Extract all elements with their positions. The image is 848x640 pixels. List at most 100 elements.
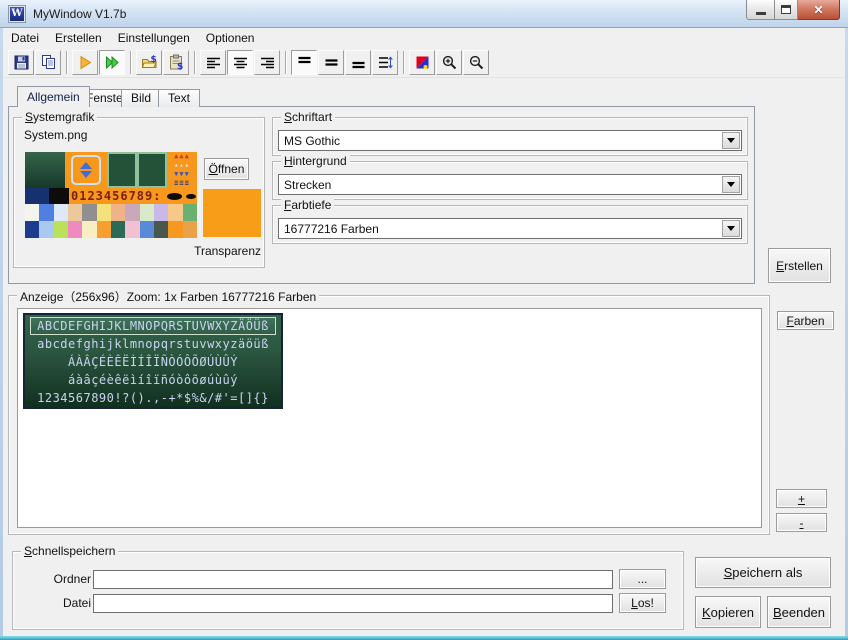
- palette-cell: [168, 204, 182, 221]
- valign-top-icon: [296, 54, 313, 71]
- font-preview-line: ÁÀÂÇÉÈÊËÌÍÎÏÑÒÓÔÕØÚÙÛÝ: [25, 353, 281, 371]
- tab-bild[interactable]: Bild: [121, 89, 161, 107]
- bitmap-ellipse: [186, 194, 196, 199]
- valign-middle-button[interactable]: [318, 50, 344, 75]
- beenden-button[interactable]: Beenden: [767, 596, 831, 628]
- los-button[interactable]: Los!: [619, 593, 666, 613]
- color-picker-icon: [414, 54, 431, 71]
- zoom-minus-button[interactable]: -: [776, 513, 827, 532]
- minimize-icon: [756, 12, 766, 15]
- ordner-label: Ordner: [21, 570, 91, 589]
- systemgrafik-group-label: Systemgrafik: [22, 110, 97, 124]
- farbtiefe-value: 16777216 Farben: [284, 221, 379, 237]
- schriftart-combobox[interactable]: MS Gothic: [278, 130, 742, 151]
- run-button[interactable]: [72, 50, 98, 75]
- bitmap-ellipse: [167, 193, 182, 200]
- open-price-button[interactable]: $: [136, 50, 162, 75]
- datei-label: Datei: [21, 594, 91, 613]
- hintergrund-dropdown-button[interactable]: [722, 176, 740, 193]
- systemgrafik-group: Systemgrafik System.png ▲▲▲ ▴▴▴ ▼▼▼ ≡≡≡: [13, 117, 265, 268]
- palette-top: [25, 204, 197, 221]
- palette-cell: [140, 204, 154, 221]
- valign-bottom-button[interactable]: [345, 50, 371, 75]
- paste-price-button[interactable]: $: [163, 50, 189, 75]
- zoom-out-button[interactable]: [463, 50, 489, 75]
- schriftart-dropdown-button[interactable]: [722, 132, 740, 149]
- ordner-input[interactable]: [93, 570, 613, 589]
- tile-navy: [25, 188, 49, 204]
- palette-cell: [82, 221, 96, 238]
- farbtiefe-group: Farbtiefe 16777216 Farben: [272, 205, 748, 244]
- close-icon: ✕: [813, 4, 823, 16]
- zoom-out-icon: [468, 54, 485, 71]
- palette-cell: [154, 221, 168, 238]
- menu-einstellungen[interactable]: Einstellungen: [110, 29, 198, 47]
- palette-cell: [25, 221, 39, 238]
- speichern-als-button[interactable]: Speichern als: [695, 557, 831, 588]
- font-preview-line: 1234567890!?().,-+*$%&/#'=[]{}: [25, 389, 281, 407]
- up-down-arrows-icon: [71, 155, 101, 185]
- hintergrund-group: Hintergrund Strecken: [272, 161, 748, 200]
- zoom-in-button[interactable]: [436, 50, 462, 75]
- line-spacing-button[interactable]: [372, 50, 398, 75]
- palette-cell: [125, 221, 139, 238]
- browse-button[interactable]: ...: [619, 569, 666, 589]
- hintergrund-combobox[interactable]: Strecken: [278, 174, 742, 195]
- align-right-button[interactable]: [254, 50, 280, 75]
- system-bitmap-preview: ▲▲▲ ▴▴▴ ▼▼▼ ≡≡≡ 0123456789:: [25, 152, 197, 238]
- anzeige-display-area: ABCDEFGHIJKLMNOPQRSTUVWXYZÄÖÜß abcdefghi…: [17, 308, 762, 528]
- tile-black: [49, 188, 69, 204]
- menu-optionen[interactable]: Optionen: [198, 29, 263, 47]
- minimize-button[interactable]: [746, 0, 775, 20]
- color-picker-button[interactable]: [409, 50, 435, 75]
- palette-cell: [154, 204, 168, 221]
- save-button[interactable]: [8, 50, 34, 75]
- window-title: MyWindow V1.7b: [33, 7, 126, 21]
- tab-text[interactable]: Text: [158, 89, 200, 107]
- line-spacing-icon: [377, 54, 394, 71]
- palette-cell: [97, 221, 111, 238]
- run-all-button[interactable]: [99, 50, 125, 75]
- toolbar-separator: [285, 51, 287, 74]
- toolbar-separator: [130, 51, 132, 74]
- zoom-in-icon: [441, 54, 458, 71]
- schnellspeichern-group: Schnellspeichern Ordner ... Datei Los!: [12, 551, 684, 630]
- farben-button[interactable]: Farben: [777, 311, 834, 330]
- align-right-icon: [259, 54, 276, 71]
- window-border: [0, 636, 848, 640]
- close-button[interactable]: ✕: [798, 0, 840, 20]
- datei-input[interactable]: [93, 594, 613, 613]
- farbtiefe-combobox[interactable]: 16777216 Farben: [278, 218, 742, 239]
- align-left-icon: [205, 54, 222, 71]
- caption-buttons: ✕: [746, 0, 840, 20]
- font-preview-bitmap: ABCDEFGHIJKLMNOPQRSTUVWXYZÄÖÜß abcdefghi…: [23, 313, 283, 409]
- align-left-button[interactable]: [200, 50, 226, 75]
- valign-middle-icon: [323, 54, 340, 71]
- align-center-button[interactable]: [227, 50, 253, 75]
- zoom-plus-button[interactable]: +: [776, 489, 827, 508]
- titlebar[interactable]: W MyWindow V1.7b ✕: [0, 0, 848, 28]
- palette-cell: [82, 204, 96, 221]
- tab-allgemein[interactable]: Allgemein: [17, 86, 90, 107]
- valign-top-button[interactable]: [291, 50, 317, 75]
- toolbar-separator: [66, 51, 68, 74]
- window-border: [0, 28, 3, 640]
- clipboard-dollar-icon: $: [168, 54, 185, 71]
- menu-erstellen[interactable]: Erstellen: [47, 29, 110, 47]
- hintergrund-group-label: Hintergrund: [281, 154, 350, 168]
- transparenz-swatch[interactable]: [203, 189, 261, 237]
- oeffnen-button[interactable]: Öffnen: [204, 158, 249, 180]
- copy-icon: [40, 54, 57, 71]
- toolbar: $ $: [3, 48, 845, 78]
- erstellen-button[interactable]: Erstellen: [768, 248, 831, 283]
- bitmap-digits: 0123456789:: [71, 189, 161, 203]
- copy-button[interactable]: [35, 50, 61, 75]
- schriftart-value: MS Gothic: [284, 133, 340, 149]
- toolbar-separator: [194, 51, 196, 74]
- menu-datei[interactable]: Datei: [3, 29, 47, 47]
- kopieren-button[interactable]: Kopieren: [695, 596, 761, 628]
- maximize-button[interactable]: [775, 0, 798, 20]
- farbtiefe-dropdown-button[interactable]: [722, 220, 740, 237]
- font-preview-selected-row[interactable]: ABCDEFGHIJKLMNOPQRSTUVWXYZÄÖÜß: [30, 317, 276, 335]
- palette-cell: [140, 221, 154, 238]
